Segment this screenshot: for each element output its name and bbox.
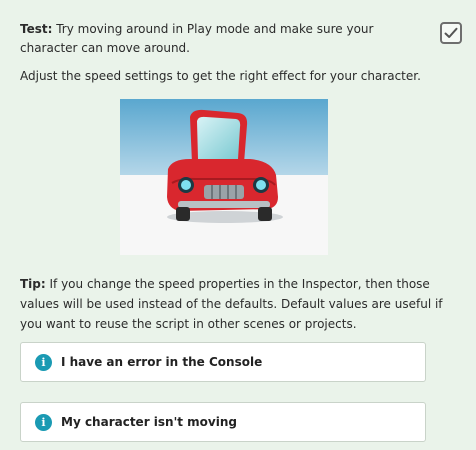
- car-illustration: [120, 99, 328, 255]
- help-item-label: My character isn't moving: [61, 415, 237, 429]
- tip-text: If you change the speed properties in th…: [20, 277, 443, 331]
- adjust-speed-instruction: Adjust the speed settings to get the rig…: [20, 69, 421, 83]
- info-icon: i: [35, 353, 52, 371]
- tutorial-step-panel: Test: Try moving around in Play mode and…: [0, 0, 476, 450]
- checkmark-icon: [444, 27, 458, 38]
- test-label: Test:: [20, 22, 53, 36]
- tip-label: Tip:: [20, 277, 46, 291]
- step-complete-checkbox[interactable]: [440, 22, 462, 44]
- help-item-label: I have an error in the Console: [61, 355, 263, 369]
- car-character-image: [120, 99, 328, 255]
- help-item-character-not-moving[interactable]: i My character isn't moving: [20, 402, 426, 442]
- tip-paragraph: Tip: If you change the speed properties …: [20, 274, 460, 334]
- test-text: Try moving around in Play mode and make …: [20, 22, 374, 55]
- help-item-console-error[interactable]: i I have an error in the Console: [20, 342, 426, 382]
- test-instruction: Test: Try moving around in Play mode and…: [20, 20, 425, 58]
- info-icon: i: [35, 413, 52, 431]
